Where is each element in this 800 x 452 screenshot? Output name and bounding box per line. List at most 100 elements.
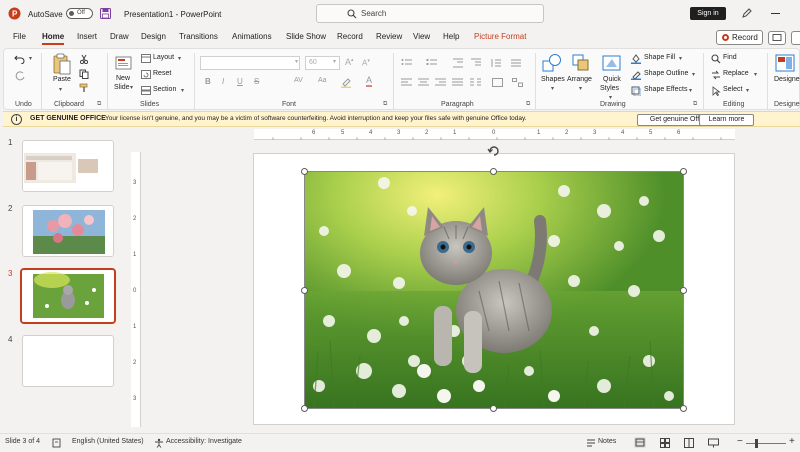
- tab-home[interactable]: Home: [42, 32, 65, 45]
- increase-font-icon[interactable]: A▴: [345, 57, 354, 67]
- comments-icon[interactable]: [768, 31, 786, 45]
- increase-indent-icon[interactable]: [470, 58, 482, 68]
- resize-handle-bottom[interactable]: [490, 405, 497, 412]
- strikethrough-icon[interactable]: S: [254, 77, 259, 86]
- highlight-icon[interactable]: [340, 76, 352, 88]
- resize-handle-bottom-right[interactable]: [680, 405, 687, 412]
- tab-view[interactable]: View: [413, 32, 430, 41]
- section-dropdown-icon[interactable]: ▾: [181, 87, 184, 94]
- select-label[interactable]: Select: [723, 86, 742, 93]
- slide-thumbnail-1[interactable]: [22, 140, 114, 192]
- notes-icon[interactable]: [586, 438, 596, 448]
- select-dropdown-icon[interactable]: ▾: [746, 87, 749, 94]
- resize-handle-top-right[interactable]: [680, 168, 687, 175]
- shape-fill-label[interactable]: Shape Fill: [644, 54, 675, 61]
- character-spacing-icon[interactable]: AV: [294, 77, 303, 84]
- font-name-dropdown-icon[interactable]: ▾: [295, 58, 298, 65]
- text-direction-icon[interactable]: [510, 58, 522, 68]
- designer-label[interactable]: Designe: [774, 76, 800, 83]
- zoom-in-button[interactable]: +: [789, 436, 795, 447]
- clipboard-launcher-icon[interactable]: ⧉: [97, 101, 101, 108]
- tab-draw[interactable]: Draw: [110, 32, 129, 41]
- tab-insert[interactable]: Insert: [77, 32, 97, 41]
- designer-icon[interactable]: [775, 53, 795, 73]
- zoom-slider[interactable]: [746, 439, 786, 448]
- notes-button[interactable]: Notes: [598, 438, 616, 445]
- italic-icon[interactable]: I: [222, 77, 224, 86]
- font-launcher-icon[interactable]: ⧉: [383, 101, 387, 108]
- decrease-font-icon[interactable]: A▾: [362, 58, 370, 68]
- numbering-icon[interactable]: [426, 58, 438, 68]
- reading-view-icon[interactable]: [684, 438, 694, 448]
- arrange-dropdown-icon[interactable]: ▾: [579, 85, 582, 92]
- tab-design[interactable]: Design: [141, 32, 166, 41]
- justify-icon[interactable]: [452, 78, 463, 87]
- tab-animations[interactable]: Animations: [232, 32, 272, 41]
- paste-dropdown-icon[interactable]: ▾: [59, 86, 62, 93]
- tab-picture-format[interactable]: Picture Format: [474, 32, 526, 41]
- paragraph-launcher-icon[interactable]: ⧉: [526, 101, 530, 108]
- shapes-dropdown-icon[interactable]: ▾: [551, 85, 554, 92]
- replace-icon[interactable]: [711, 70, 721, 80]
- font-size-dropdown-icon[interactable]: ▾: [333, 58, 336, 65]
- tab-slide-show[interactable]: Slide Show: [286, 32, 326, 41]
- new-slide-icon[interactable]: [115, 54, 133, 72]
- line-spacing-icon[interactable]: [490, 58, 502, 68]
- shape-effects-label[interactable]: Shape Effects: [644, 86, 687, 93]
- paste-icon[interactable]: [52, 53, 72, 75]
- reset-icon[interactable]: [141, 70, 151, 79]
- arrange-icon[interactable]: [571, 53, 591, 73]
- align-left-icon[interactable]: [401, 78, 412, 87]
- tab-transitions[interactable]: Transitions: [179, 32, 218, 41]
- accessibility-status[interactable]: Accessibility: Investigate: [166, 438, 242, 445]
- tab-record[interactable]: Record: [337, 32, 363, 41]
- redo-icon[interactable]: [14, 71, 26, 81]
- tab-help[interactable]: Help: [443, 32, 459, 41]
- slide-sorter-icon[interactable]: [660, 438, 670, 448]
- slide-thumbnail-3[interactable]: [20, 268, 116, 324]
- shapes-icon[interactable]: [542, 53, 562, 73]
- zoom-out-button[interactable]: −: [737, 436, 743, 447]
- columns-icon[interactable]: [470, 78, 481, 87]
- replace-label[interactable]: Replace: [723, 70, 749, 77]
- slide-thumbnail-4[interactable]: [22, 335, 114, 387]
- find-label[interactable]: Find: [723, 54, 737, 61]
- quick-styles-dropdown-icon[interactable]: ▾: [609, 94, 612, 101]
- decrease-indent-icon[interactable]: [452, 58, 464, 68]
- search-input[interactable]: Search: [316, 4, 544, 23]
- section-label[interactable]: Section: [153, 86, 176, 93]
- pen-icon[interactable]: [741, 8, 752, 19]
- smartart-icon[interactable]: [512, 78, 523, 87]
- autosave-toggle[interactable]: Off: [66, 8, 93, 19]
- bold-icon[interactable]: B: [205, 77, 211, 86]
- copy-icon[interactable]: [79, 69, 89, 79]
- align-text-icon[interactable]: [492, 78, 503, 87]
- rotate-handle-icon[interactable]: [487, 144, 501, 158]
- font-name-field[interactable]: [200, 56, 300, 70]
- resize-handle-top-left[interactable]: [301, 168, 308, 175]
- tab-review[interactable]: Review: [376, 32, 402, 41]
- tab-file[interactable]: File: [13, 32, 26, 41]
- quick-styles-icon[interactable]: [602, 53, 622, 73]
- share-icon[interactable]: [791, 31, 800, 45]
- select-icon[interactable]: [711, 86, 721, 96]
- save-icon[interactable]: [100, 8, 111, 19]
- drawing-launcher-icon[interactable]: ⧉: [693, 101, 697, 108]
- resize-handle-right[interactable]: [680, 287, 687, 294]
- shape-outline-icon[interactable]: [631, 70, 641, 80]
- new-slide-dropdown-icon[interactable]: ▾: [130, 84, 133, 91]
- language-indicator[interactable]: English (United States): [72, 438, 144, 445]
- shape-fill-icon[interactable]: [631, 54, 641, 64]
- align-right-icon[interactable]: [435, 78, 446, 87]
- zoom-slider-thumb[interactable]: [755, 439, 758, 448]
- sign-in-button[interactable]: Sign in: [690, 7, 726, 20]
- layout-label[interactable]: Layout: [153, 54, 174, 61]
- format-painter-icon[interactable]: [79, 83, 89, 93]
- resize-handle-bottom-left[interactable]: [301, 405, 308, 412]
- learn-more-button[interactable]: Learn more: [699, 114, 754, 126]
- bullets-icon[interactable]: [401, 58, 413, 68]
- reset-label[interactable]: Reset: [153, 70, 171, 77]
- normal-view-icon[interactable]: [634, 437, 646, 448]
- replace-dropdown-icon[interactable]: ▾: [754, 71, 757, 78]
- undo-dropdown-icon[interactable]: ▾: [29, 55, 32, 62]
